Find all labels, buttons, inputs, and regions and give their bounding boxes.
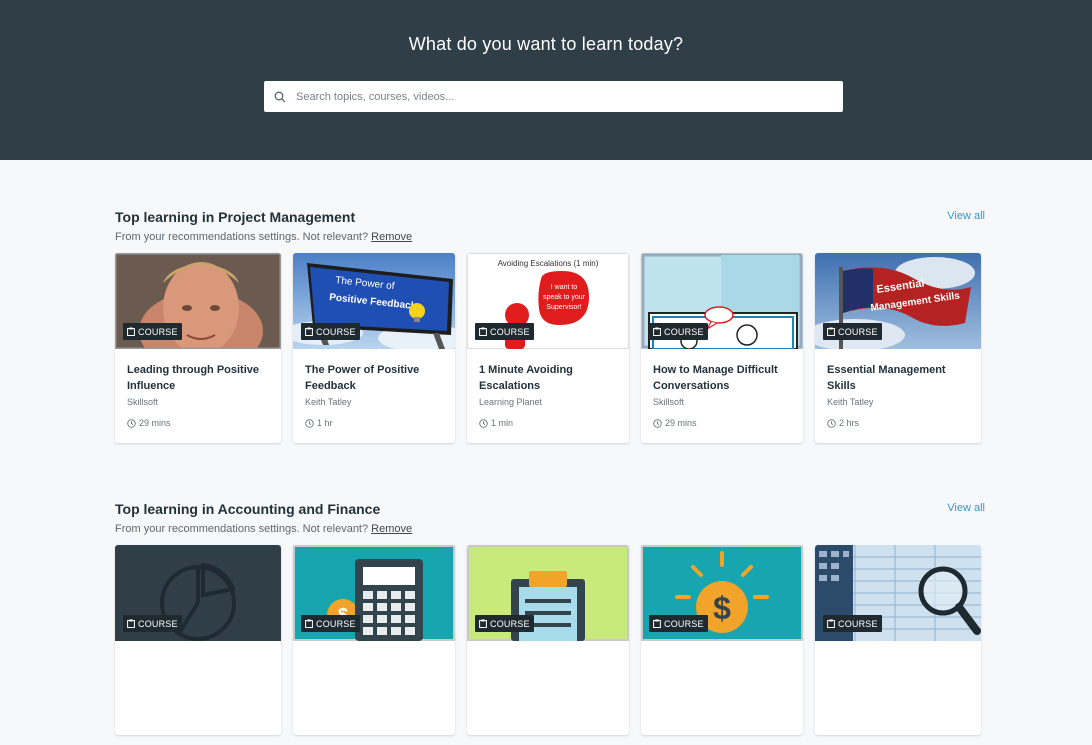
clipboard-icon (827, 619, 835, 628)
badge-label: COURSE (838, 618, 878, 629)
course-card[interactable]: COURSE (815, 545, 981, 735)
clock-icon (653, 418, 662, 428)
course-author: Keith Tatley (827, 397, 874, 407)
course-card[interactable]: The Power of Positive Feedback COURSE Th… (293, 253, 455, 443)
clipboard-icon (479, 327, 487, 336)
badge-label: COURSE (138, 326, 178, 337)
section-subtitle: From your recommendations settings. Not … (115, 523, 412, 535)
clipboard-icon (653, 619, 661, 628)
clipboard-icon (653, 327, 661, 336)
clock-icon (479, 418, 488, 428)
course-author: Keith Tatley (305, 397, 352, 407)
course-card[interactable]: COURSE How to Manage Difficult Conversat… (641, 253, 803, 443)
course-badge: COURSE (649, 323, 708, 340)
badge-label: COURSE (138, 618, 178, 629)
course-title[interactable]: Leading through Positive Influence (127, 362, 272, 394)
duration-text: 2 hrs (839, 418, 860, 428)
clock-icon (305, 418, 314, 428)
course-title[interactable]: The Power of Positive Feedback (305, 362, 450, 394)
duration-text: 29 mins (139, 418, 171, 428)
course-card[interactable]: COURSE (115, 545, 281, 735)
course-badge: COURSE (823, 615, 882, 632)
course-author: Skillsoft (127, 397, 159, 407)
view-all-link[interactable]: View all (947, 210, 985, 222)
course-author: Learning Planet (479, 397, 543, 407)
course-duration: 1 hr (305, 418, 333, 428)
course-badge: COURSE (123, 615, 182, 632)
badge-label: COURSE (490, 326, 530, 337)
badge-label: COURSE (316, 618, 356, 629)
subtitle-text: From your recommendations settings. Not … (115, 231, 369, 243)
thumb-text: Supervisor! (546, 304, 581, 311)
thumb-text: speak to your (543, 294, 586, 301)
search-bar[interactable] (264, 81, 843, 112)
remove-link[interactable]: Remove (371, 523, 412, 535)
course-badge: COURSE (301, 323, 360, 340)
section-title: Top learning in Accounting and Finance (115, 501, 381, 517)
clipboard-icon (827, 327, 835, 336)
hero-title: What do you want to learn today? (408, 34, 684, 54)
search-input[interactable] (296, 81, 843, 112)
course-badge: COURSE (823, 323, 882, 340)
course-badge: COURSE (475, 323, 534, 340)
clipboard-icon (479, 619, 487, 628)
hero-banner: What do you want to learn today? (0, 0, 1092, 160)
duration-text: 29 mins (665, 418, 697, 428)
course-duration: 2 hrs (827, 418, 859, 428)
clipboard-icon (305, 327, 313, 336)
course-card[interactable]: COURSE Leading through Positive Influenc… (115, 253, 281, 443)
badge-label: COURSE (664, 618, 704, 629)
course-badge: COURSE (123, 323, 182, 340)
course-card[interactable]: Essential Management Skills COURSE Essen… (815, 253, 981, 443)
course-title[interactable]: How to Manage Difficult Conversations (653, 362, 798, 394)
badge-label: COURSE (838, 326, 878, 337)
course-author: Skillsoft (653, 397, 685, 407)
course-title[interactable]: 1 Minute Avoiding Escalations (479, 362, 624, 394)
clock-icon (127, 418, 136, 428)
course-card[interactable]: $ COURSE (293, 545, 455, 735)
search-icon (264, 81, 296, 112)
course-duration: 1 min (479, 418, 513, 428)
section-subtitle: From your recommendations settings. Not … (115, 231, 412, 243)
clipboard-icon (127, 619, 135, 628)
dollar-icon: $ (713, 590, 731, 626)
thumb-text: Avoiding Escalations (1 min) (498, 259, 599, 268)
section-title: Top learning in Project Management (115, 209, 356, 225)
badge-label: COURSE (664, 326, 704, 337)
course-badge: COURSE (649, 615, 708, 632)
course-badge: COURSE (301, 615, 360, 632)
view-all-link[interactable]: View all (947, 502, 985, 514)
course-card[interactable]: $ COURSE (641, 545, 803, 735)
subtitle-text: From your recommendations settings. Not … (115, 523, 369, 535)
course-card[interactable]: COURSE (467, 545, 629, 735)
course-badge: COURSE (475, 615, 534, 632)
duration-text: 1 min (491, 418, 514, 428)
clock-icon (827, 418, 836, 428)
clipboard-icon (127, 327, 135, 336)
thumb-text: I want to (551, 284, 578, 291)
badge-label: COURSE (316, 326, 356, 337)
course-card[interactable]: Avoiding Escalations (1 min) I want to s… (467, 253, 629, 443)
badge-label: COURSE (490, 618, 530, 629)
clipboard-icon (305, 619, 313, 628)
remove-link[interactable]: Remove (371, 231, 412, 243)
duration-text: 1 hr (317, 418, 333, 428)
course-duration: 29 mins (127, 418, 171, 428)
course-duration: 29 mins (653, 418, 697, 428)
course-title[interactable]: Essential Management Skills (827, 362, 972, 394)
